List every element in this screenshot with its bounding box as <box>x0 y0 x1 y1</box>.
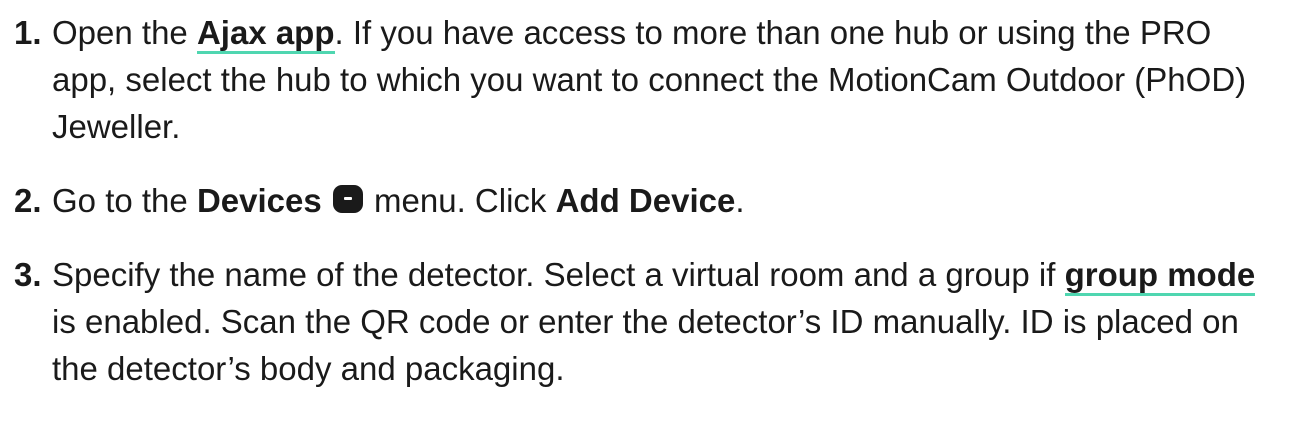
ajax-app-link[interactable]: Ajax app <box>196 14 335 54</box>
instruction-steps: 1. Open the Ajax app. If you have access … <box>0 9 1293 392</box>
group-mode-link[interactable]: group mode <box>1064 256 1256 296</box>
step-number: 2. <box>14 182 42 219</box>
step-2: 2. Go to the Devices menu. Click Add Devi… <box>0 177 1272 224</box>
add-device-label: Add Device <box>555 182 736 219</box>
step-text: Specify the name of the detector. Select… <box>52 256 1065 293</box>
step-text: . <box>735 182 745 219</box>
devices-icon <box>332 185 363 213</box>
step-text: Open the <box>52 14 197 51</box>
step-text: is enabled. Scan the QR code or enter th… <box>52 303 1239 387</box>
devices-label: Devices <box>196 182 322 219</box>
step-1: 1. Open the Ajax app. If you have access … <box>0 9 1272 150</box>
step-text: Go to the <box>52 182 197 219</box>
step-text: menu. Click <box>364 182 556 219</box>
step-number: 1. <box>14 14 42 51</box>
step-3: 3. Specify the name of the detector. Sele… <box>0 251 1272 392</box>
step-number: 3. <box>14 256 42 293</box>
